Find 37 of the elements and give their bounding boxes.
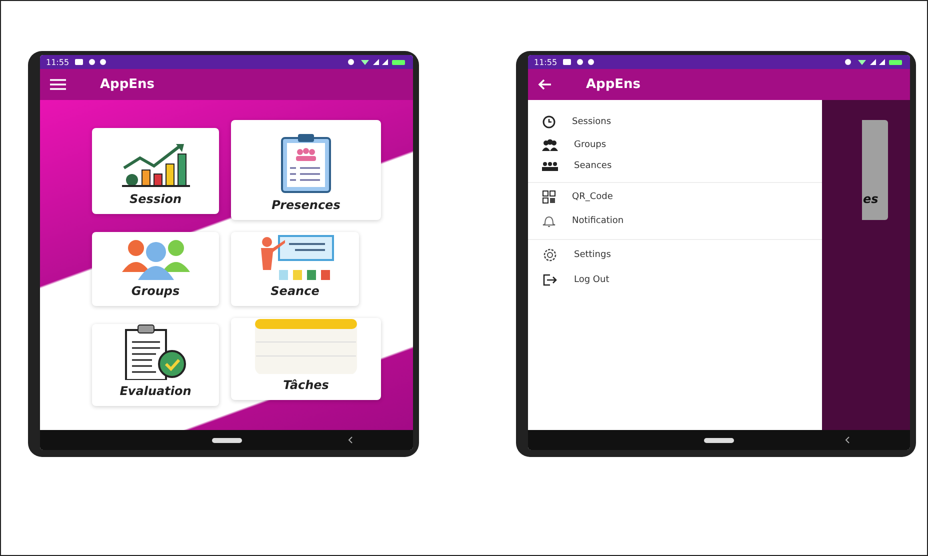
- app-title: AppEns: [586, 77, 641, 92]
- status-time: 11:55: [46, 58, 70, 66]
- group-icon: [122, 238, 190, 280]
- home-handle[interactable]: [704, 438, 734, 442]
- menu-tile[interactable]: Evaluation: [92, 324, 219, 406]
- drawer-item[interactable]: Notification: [528, 209, 822, 233]
- settings-icon: [542, 247, 558, 263]
- drawer-item[interactable]: Settings: [528, 242, 822, 268]
- back-arrow-icon[interactable]: [538, 79, 552, 90]
- qr-code-icon: [542, 190, 556, 204]
- menu-icon[interactable]: [50, 79, 66, 90]
- menu-tile[interactable]: Groups: [92, 232, 219, 306]
- back-icon[interactable]: [348, 436, 353, 444]
- menu-tile[interactable]: Presences: [231, 120, 381, 220]
- menu-tile[interactable]: Seance: [231, 232, 359, 306]
- system-status-icons: [347, 58, 407, 66]
- menu-tile[interactable]: Tâches: [231, 318, 381, 400]
- drawer-item[interactable]: Groups: [528, 134, 822, 156]
- logout-icon: [542, 273, 558, 287]
- people-icon: [542, 139, 558, 151]
- clipboard-icon: [278, 132, 334, 194]
- back-icon[interactable]: [845, 436, 850, 444]
- drawer-item[interactable]: Seances: [528, 156, 822, 176]
- drawer-item[interactable]: Sessions: [528, 110, 822, 134]
- app-title: AppEns: [100, 77, 155, 92]
- bell-icon: [542, 214, 556, 228]
- status-time: 11:55: [534, 58, 558, 66]
- home-handle[interactable]: [212, 438, 242, 442]
- drawer-item[interactable]: Log Out: [528, 268, 822, 292]
- tile-label: es: [863, 192, 878, 206]
- checklist-icon: [124, 324, 188, 380]
- drawer-item[interactable]: QR_Code: [528, 185, 822, 209]
- notepad-icon: [254, 318, 358, 374]
- people-row-icon: [542, 161, 558, 171]
- menu-tile[interactable]: Session: [92, 128, 219, 214]
- clock-icon: [542, 115, 556, 129]
- system-status-icons: [844, 58, 904, 66]
